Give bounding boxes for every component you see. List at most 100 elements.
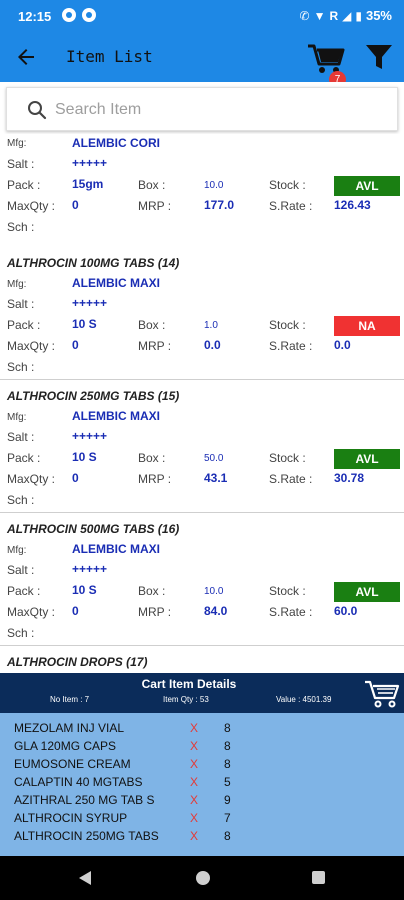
srate-value: 60.0 xyxy=(334,604,358,618)
shopping-cart-icon[interactable] xyxy=(364,677,400,709)
item-card[interactable]: ALTHROCIN 500MG TABS (16) Mfg: ALEMBIC M… xyxy=(0,513,404,646)
salt-label: Salt : xyxy=(7,430,35,444)
cart-item-name: MEZOLAM INJ VIAL xyxy=(14,721,125,735)
cart-list-item[interactable]: ALTHROCIN 250MG TABS X 8 xyxy=(0,827,404,845)
sch-label: Sch : xyxy=(7,220,35,234)
cart-list-item[interactable]: GLA 120MG CAPS X 8 xyxy=(0,737,404,755)
salt-value: +++++ xyxy=(72,296,108,310)
pack-value: 10 S xyxy=(72,317,97,331)
cart-item-name: GLA 120MG CAPS xyxy=(14,739,117,753)
cart-item-qty-value: 8 xyxy=(224,721,231,735)
salt-value: +++++ xyxy=(72,156,108,170)
cart-item-qty-value: 9 xyxy=(224,793,231,807)
nav-recents-icon[interactable] xyxy=(312,871,325,884)
sch-label: Sch : xyxy=(7,493,35,507)
box-value: 50.0 xyxy=(204,453,224,464)
remove-item-icon[interactable]: X xyxy=(190,721,198,735)
stock-label: Stock : xyxy=(269,584,306,598)
stock-label: Stock : xyxy=(269,318,306,332)
nav-home-icon[interactable] xyxy=(196,871,210,885)
cart-item-qty-value: 5 xyxy=(224,775,231,789)
srate-value: 0.0 xyxy=(334,338,351,352)
cart-header: Cart Item Details No Item : 7 Item Qty :… xyxy=(0,673,404,713)
maxqty-label: MaxQty : xyxy=(7,339,56,353)
mrp-value: 177.0 xyxy=(204,198,235,212)
box-label: Box : xyxy=(138,318,166,332)
nav-back-icon[interactable] xyxy=(78,870,92,886)
stock-status-badge: AVL xyxy=(334,582,400,602)
mrp-value: 43.1 xyxy=(204,471,228,485)
wifi-icon: ▼ xyxy=(313,8,326,23)
mfg-label: Mfg: xyxy=(7,412,27,423)
mfg-label: Mfg: xyxy=(7,138,27,149)
search-bar xyxy=(0,82,404,134)
cart-list-item[interactable]: CALAPTIN 40 MGTABS X 5 xyxy=(0,773,404,791)
status-bar: 12:15 ✆ ▼ R ◢ ▮ 35% xyxy=(0,0,404,32)
item-name: ALTHROCIN 100MG TABS (14) xyxy=(7,256,180,270)
remove-item-icon[interactable]: X xyxy=(190,793,198,807)
call-icon: ✆ xyxy=(299,8,310,23)
cart-item-name: CALAPTIN 40 MGTABS xyxy=(14,775,143,789)
pack-label: Pack : xyxy=(7,584,41,598)
cart-list-item[interactable]: MEZOLAM INJ VIAL X 8 xyxy=(0,719,404,737)
salt-value: +++++ xyxy=(72,429,108,443)
item-card[interactable]: ALTHROCIN 250MG TABS (15) Mfg: ALEMBIC M… xyxy=(0,380,404,513)
remove-item-icon[interactable]: X xyxy=(190,811,198,825)
search-box xyxy=(6,87,398,131)
srate-value: 30.78 xyxy=(334,471,365,485)
maxqty-label: MaxQty : xyxy=(7,472,56,486)
back-arrow-icon[interactable] xyxy=(14,45,38,69)
cart-list-item[interactable]: AZITHRAL 250 MG TAB S X 9 xyxy=(0,791,404,809)
remove-item-icon[interactable]: X xyxy=(190,757,198,771)
item-card[interactable]: ALTHROCIN DROPS (17) xyxy=(0,646,404,673)
cart-item-qty-value: 8 xyxy=(224,757,231,771)
maxqty-label: MaxQty : xyxy=(7,199,56,213)
remove-item-icon[interactable]: X xyxy=(190,829,198,843)
mrp-label: MRP : xyxy=(138,605,172,619)
item-card[interactable]: Mfg: ALEMBIC CORI Salt : +++++ Pack : 15… xyxy=(0,134,404,258)
mrp-value: 84.0 xyxy=(204,604,228,618)
pack-value: 10 S xyxy=(72,583,97,597)
maxqty-value: 0 xyxy=(72,198,79,212)
item-name: ALTHROCIN DROPS (17) xyxy=(7,655,148,669)
item-name: ALTHROCIN 500MG TABS (16) xyxy=(7,522,180,536)
mfg-value: ALEMBIC MAXI xyxy=(72,542,160,556)
cart-list-item[interactable]: ALTHROCIN SYRUP X 7 xyxy=(0,809,404,827)
pack-label: Pack : xyxy=(7,318,41,332)
notification-icon xyxy=(62,8,76,22)
app-bar: Item List 7 xyxy=(0,32,404,88)
pack-value: 15gm xyxy=(72,177,104,191)
battery-icon: ▮ xyxy=(355,8,362,23)
signal-icon: ◢ xyxy=(342,8,352,23)
srate-label: S.Rate : xyxy=(269,199,313,213)
remove-item-icon[interactable]: X xyxy=(190,739,198,753)
cart-item-name: ALTHROCIN 250MG TABS xyxy=(14,829,159,843)
stock-status-badge: AVL xyxy=(334,449,400,469)
sch-label: Sch : xyxy=(7,626,35,640)
maxqty-value: 0 xyxy=(72,338,79,352)
cart-list-item[interactable]: EUMOSONE CREAM X 8 xyxy=(0,755,404,773)
stock-status-badge: AVL xyxy=(334,176,400,196)
status-right: ✆ ▼ R ◢ ▮ 35% xyxy=(300,8,393,23)
mfg-label: Mfg: xyxy=(7,279,27,290)
cart-item-qty-value: 8 xyxy=(224,829,231,843)
cart-item-qty-value: 8 xyxy=(224,739,231,753)
cart-item-name: EUMOSONE CREAM xyxy=(14,757,131,771)
cart-item-qty: Item Qty : 53 xyxy=(163,695,209,704)
status-notification-icons xyxy=(62,8,96,22)
cart-value: Value : 4501.39 xyxy=(276,695,332,704)
search-input[interactable] xyxy=(55,96,385,124)
remove-item-icon[interactable]: X xyxy=(190,775,198,789)
maxqty-label: MaxQty : xyxy=(7,605,56,619)
cart-item-qty-value: 7 xyxy=(224,811,231,825)
sch-label: Sch : xyxy=(7,360,35,374)
mfg-value: ALEMBIC CORI xyxy=(72,136,160,150)
battery-percent: 35% xyxy=(365,8,392,23)
mrp-value: 0.0 xyxy=(204,338,221,352)
item-card[interactable]: ALTHROCIN 100MG TABS (14) Mfg: ALEMBIC M… xyxy=(0,247,404,380)
pack-label: Pack : xyxy=(7,451,41,465)
maxqty-value: 0 xyxy=(72,604,79,618)
filter-icon[interactable] xyxy=(364,42,394,72)
notification-icon xyxy=(82,8,96,22)
item-name: ALTHROCIN 250MG TABS (15) xyxy=(7,389,180,403)
